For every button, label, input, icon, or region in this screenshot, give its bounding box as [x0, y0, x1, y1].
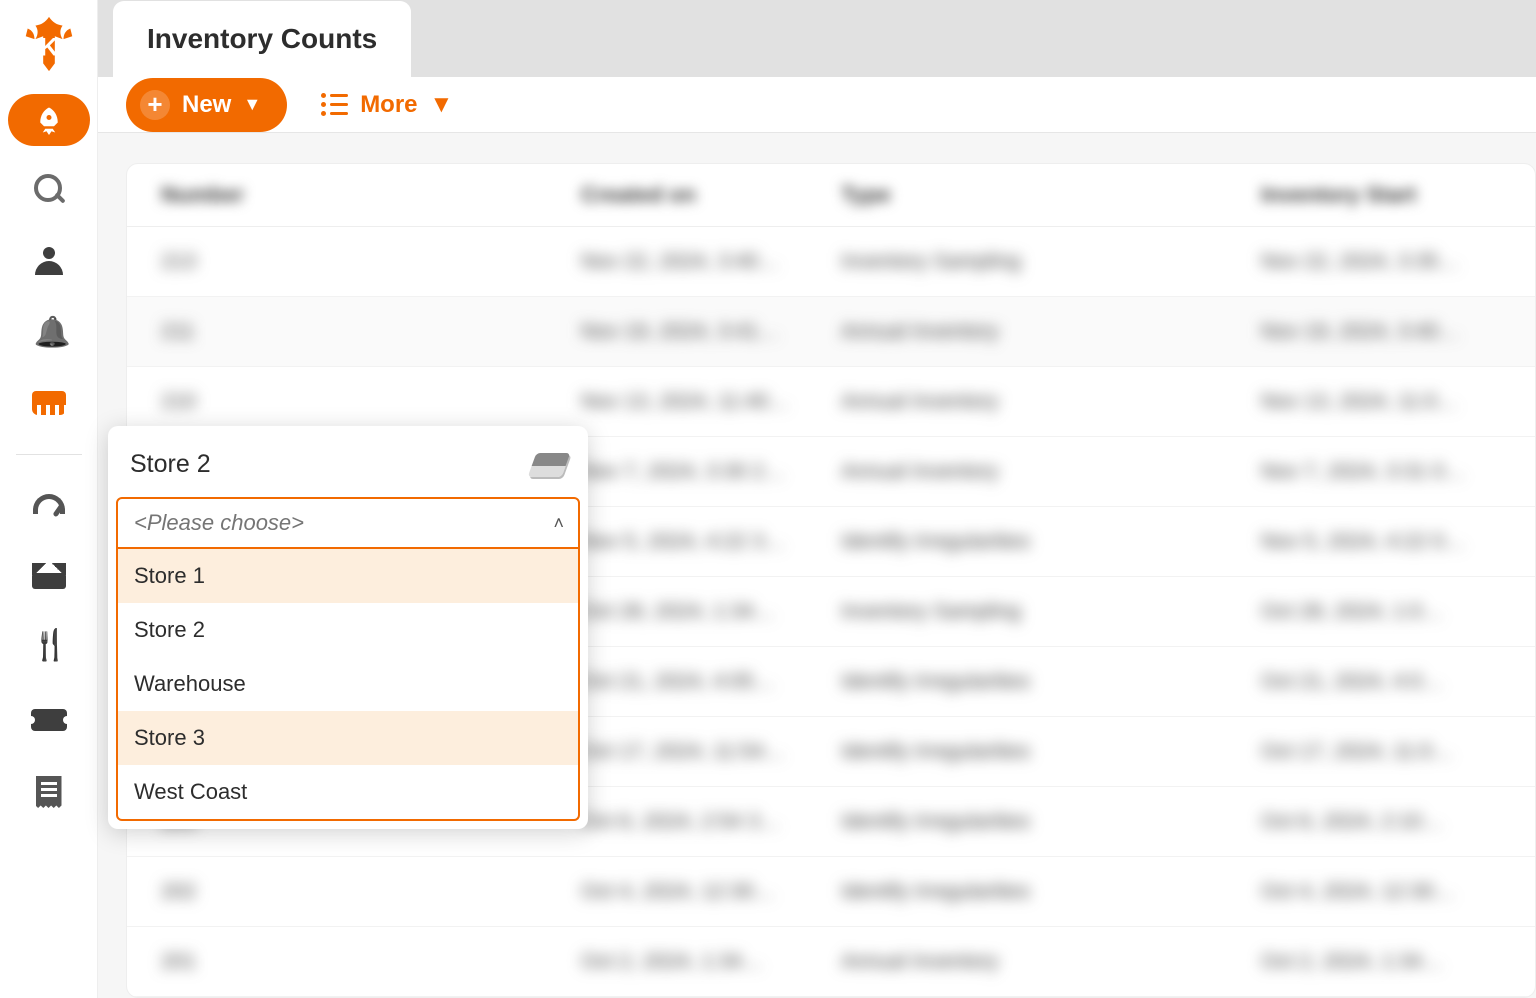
nav-search[interactable] — [9, 160, 89, 218]
chevron-up-icon: ˄ — [553, 513, 564, 534]
cell-type: Inventory Sampling — [841, 600, 1261, 624]
svg-text:K: K — [39, 34, 57, 62]
cell-start: Oct 17, 2024, 11:0… — [1261, 740, 1501, 764]
cell-type: Annual Inventory — [841, 320, 1261, 344]
store-option[interactable]: Store 3 — [118, 711, 578, 765]
tab-inventory-counts[interactable]: Inventory Counts — [112, 0, 412, 77]
chevron-down-icon: ▼ — [430, 91, 454, 119]
col-number[interactable]: Number — [161, 182, 581, 208]
cell-num: 211 — [161, 320, 581, 344]
nav-user[interactable] — [9, 232, 89, 290]
current-store-label: Store 2 — [130, 450, 211, 479]
cell-created: Oct 21, 2024, 4:05… — [581, 670, 841, 694]
cell-start: Nov 5, 2024, 4:22 0… — [1261, 530, 1501, 554]
cell-type: Annual Inventory — [841, 950, 1261, 974]
user-icon — [35, 247, 63, 275]
cell-created: Oct 4, 2024, 12:30… — [581, 880, 841, 904]
table-row[interactable]: 213Nov 22, 2024, 3:40…Inventory Sampling… — [127, 227, 1535, 297]
cell-start: Oct 21, 2024, 4:0… — [1261, 670, 1501, 694]
ticket-icon — [31, 709, 67, 731]
cell-created: Oct 2, 2024, 1:34… — [581, 950, 841, 974]
new-button[interactable]: + New ▼ — [126, 78, 287, 132]
search-icon — [34, 174, 64, 204]
table-header: Number Created on Type Inventory Start — [127, 164, 1535, 227]
cell-start: Nov 22, 2024, 3:35… — [1261, 250, 1501, 274]
cell-type: Identify Irregularities — [841, 810, 1261, 834]
store-icon — [32, 391, 66, 419]
cell-type: Annual Inventory — [841, 390, 1261, 414]
cell-created: Nov 22, 2024, 3:40… — [581, 250, 841, 274]
receipt-icon — [36, 776, 62, 808]
tab-bar: Inventory Counts — [98, 0, 1536, 77]
app-logo: K — [13, 8, 85, 80]
nav-tickets[interactable] — [9, 691, 89, 749]
cell-start: Nov 13, 2024, 11:0… — [1261, 390, 1501, 414]
cell-start: Nov 7, 2024, 3:31 0… — [1261, 460, 1501, 484]
store-option[interactable]: West Coast — [118, 765, 578, 819]
cell-created: Nov 13, 2024, 11:40… — [581, 390, 841, 414]
cell-created: Nov 7, 2024, 3:30 2… — [581, 460, 841, 484]
table-row[interactable]: 202Oct 4, 2024, 12:30…Identify Irregular… — [127, 857, 1535, 927]
cell-created: Oct 6, 2024, 2:54 3… — [581, 810, 841, 834]
nav-receipts[interactable] — [9, 763, 89, 821]
cell-type: Identify Irregularities — [841, 740, 1261, 764]
col-type[interactable]: Type — [841, 182, 1261, 208]
cell-created: Oct 28, 2024, 1:34… — [581, 600, 841, 624]
col-start[interactable]: Inventory Start — [1261, 182, 1501, 208]
list-icon — [321, 93, 348, 116]
cell-created: Oct 17, 2024, 11:54… — [581, 740, 841, 764]
cell-created: Nov 5, 2024, 4:22 3… — [581, 530, 841, 554]
box-icon — [32, 563, 66, 589]
more-button-label: More — [360, 91, 417, 119]
store-options-list: Store 1Store 2WarehouseStore 3West Coast — [116, 549, 580, 821]
store-option[interactable]: Store 1 — [118, 549, 578, 603]
tab-label: Inventory Counts — [147, 23, 377, 54]
cell-num: 202 — [161, 880, 581, 904]
eraser-icon[interactable] — [528, 453, 571, 477]
store-selector-popover: Store 2 ˄ Store 1Store 2WarehouseStore 3… — [108, 426, 588, 829]
korona-logo-icon: K — [18, 13, 80, 75]
store-search-input[interactable] — [132, 509, 553, 537]
nav-menu[interactable] — [9, 619, 89, 677]
table-row[interactable]: 211Nov 19, 2024, 3:41…Annual InventoryNo… — [127, 297, 1535, 367]
toolbar: + New ▼ More ▼ — [98, 77, 1536, 133]
cell-num: 210 — [161, 390, 581, 414]
store-combobox[interactable]: ˄ — [116, 497, 580, 549]
nav-store[interactable] — [9, 376, 89, 434]
cell-num: 201 — [161, 950, 581, 974]
sidebar: K — [0, 0, 98, 998]
nav-dashboard[interactable] — [9, 475, 89, 533]
nav-inventory[interactable] — [9, 547, 89, 605]
cell-start: Oct 28, 2024, 1:0… — [1261, 600, 1501, 624]
plus-icon: + — [140, 90, 170, 120]
nav-divider — [16, 454, 82, 455]
quick-launch-button[interactable] — [8, 94, 90, 146]
cell-type: Annual Inventory — [841, 460, 1261, 484]
cell-start: Oct 6, 2024, 2:10… — [1261, 810, 1501, 834]
cell-type: Identify Irregularities — [841, 880, 1261, 904]
cell-start: Nov 19, 2024, 3:40… — [1261, 320, 1501, 344]
cell-type: Inventory Sampling — [841, 250, 1261, 274]
new-button-label: New — [182, 91, 231, 119]
more-button[interactable]: More ▼ — [315, 90, 459, 120]
table-row[interactable]: 201Oct 2, 2024, 1:34…Annual InventoryOct… — [127, 927, 1535, 997]
gauge-icon — [33, 494, 65, 514]
rocket-icon — [34, 105, 64, 135]
cell-type: Identify Irregularities — [841, 670, 1261, 694]
cell-start: Oct 2, 2024, 1:34… — [1261, 950, 1501, 974]
chevron-down-icon: ▼ — [243, 94, 261, 115]
cutlery-icon — [34, 632, 64, 664]
col-created[interactable]: Created on — [581, 182, 841, 208]
cell-start: Oct 4, 2024, 12:30… — [1261, 880, 1501, 904]
cell-num: 213 — [161, 250, 581, 274]
cell-created: Nov 19, 2024, 3:41… — [581, 320, 841, 344]
nav-notifications[interactable] — [9, 304, 89, 362]
popover-header: Store 2 — [108, 444, 588, 497]
store-option[interactable]: Warehouse — [118, 657, 578, 711]
cell-type: Identify Irregularities — [841, 530, 1261, 554]
store-option[interactable]: Store 2 — [118, 603, 578, 657]
